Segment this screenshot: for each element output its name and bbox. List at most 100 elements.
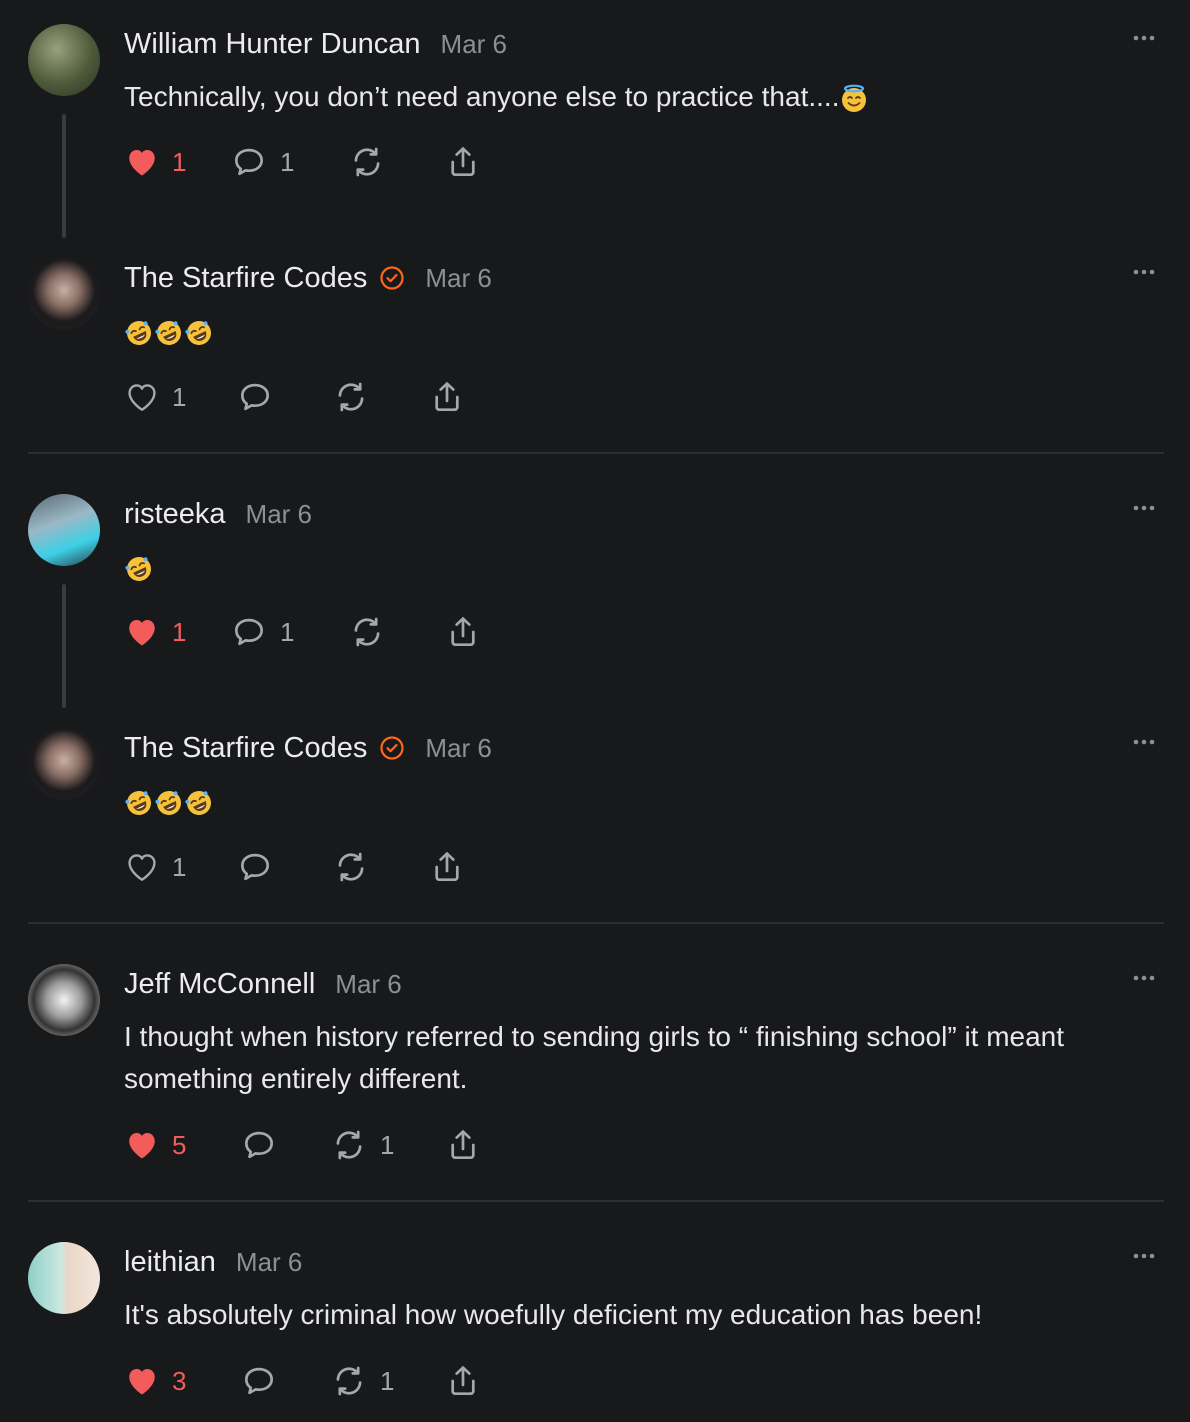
comment-header: The Starfire Codes Mar 6 [124,728,492,768]
more-options-icon[interactable] [1130,262,1158,282]
like-button[interactable]: 1 [124,377,186,417]
like-count: 5 [172,1129,187,1160]
like-count: 3 [172,1365,187,1396]
like-button[interactable]: 1 [124,612,186,652]
reply-button[interactable] [236,847,274,887]
heart-filled-icon [124,1127,160,1163]
share-button[interactable] [444,1125,482,1165]
avatar[interactable] [28,24,100,96]
reply-button[interactable] [240,1361,278,1401]
verified-check-icon [379,735,405,761]
share-button[interactable] [428,377,466,417]
restack-icon [332,378,370,416]
author-name[interactable]: Jeff McConnell [124,968,315,1001]
divider [28,452,1164,454]
comment: The Starfire Codes Mar 6 1 [0,728,1190,898]
more-options-icon[interactable] [1130,732,1158,752]
heart-outline-icon [124,849,160,885]
more-options-icon[interactable] [1130,1246,1158,1266]
avatar[interactable] [28,258,100,330]
avatar[interactable] [28,1242,100,1314]
comment-header: The Starfire Codes Mar 6 [124,258,492,298]
restack-icon [348,613,386,651]
share-icon [428,848,466,886]
comment: risteeka Mar 6 1 1 [0,494,1190,714]
like-count: 1 [172,146,187,177]
author-name[interactable]: The Starfire Codes [124,262,367,295]
comment: William Hunter Duncan Mar 6 Technically,… [0,24,1190,244]
restack-button[interactable] [348,612,386,652]
restack-icon [332,848,370,886]
comment-date[interactable]: Mar 6 [425,263,491,294]
rolling-on-floor-laughing-icon [124,788,154,818]
author-name[interactable]: William Hunter Duncan [124,28,421,61]
avatar[interactable] [28,728,100,800]
share-icon [444,1126,482,1164]
author-name[interactable]: leithian [124,1246,216,1279]
divider [28,922,1164,924]
restack-count: 1 [380,1365,395,1396]
rolling-on-floor-laughing-icon [154,318,184,348]
share-button[interactable] [444,612,482,652]
like-button[interactable]: 3 [124,1361,186,1401]
rolling-on-floor-laughing-icon [184,788,214,818]
like-count: 1 [172,851,187,882]
like-button[interactable]: 1 [124,142,186,182]
more-options-icon[interactable] [1130,28,1158,48]
share-icon [428,378,466,416]
action-bar: 5 1 [124,1125,524,1165]
restack-icon [348,143,386,181]
restack-count: 1 [380,1129,395,1160]
comment-date[interactable]: Mar 6 [236,1247,302,1278]
comment-bubble-icon [230,143,268,181]
action-bar: 1 1 [124,612,524,652]
reply-button[interactable]: 1 [230,142,294,182]
avatar[interactable] [28,494,100,566]
heart-filled-icon [124,614,160,650]
share-icon [444,613,482,651]
like-count: 1 [172,616,187,647]
reply-button[interactable] [236,377,274,417]
restack-button[interactable] [348,142,386,182]
restack-button[interactable] [332,377,370,417]
restack-button[interactable] [332,847,370,887]
comment-bubble-icon [230,613,268,651]
avatar[interactable] [28,964,100,1036]
like-button[interactable]: 5 [124,1125,186,1165]
share-icon [444,143,482,181]
heart-filled-icon [124,144,160,180]
author-name[interactable]: risteeka [124,498,226,531]
comment-date[interactable]: Mar 6 [425,733,491,764]
restack-icon [330,1126,368,1164]
comment-header: leithian Mar 6 [124,1242,302,1282]
share-button[interactable] [444,142,482,182]
comment-bubble-icon [236,848,274,886]
reply-button[interactable]: 1 [230,612,294,652]
rolling-on-floor-laughing-icon [184,318,214,348]
more-options-icon[interactable] [1130,968,1158,988]
restack-icon [330,1362,368,1400]
like-count: 1 [172,381,187,412]
comment-date[interactable]: Mar 6 [246,499,312,530]
comment-bubble-icon [240,1126,278,1164]
author-name[interactable]: The Starfire Codes [124,732,367,765]
share-button[interactable] [428,847,466,887]
share-button[interactable] [444,1361,482,1401]
restack-button[interactable]: 1 [330,1125,394,1165]
rolling-on-floor-laughing-icon [154,788,184,818]
comment-date[interactable]: Mar 6 [441,29,507,60]
comment-text [124,780,1134,822]
rolling-on-floor-laughing-icon [124,318,154,348]
more-options-icon[interactable] [1130,498,1158,518]
action-bar: 3 1 [124,1361,524,1401]
comment-text [124,310,1134,352]
like-button[interactable]: 1 [124,847,186,887]
comment-header: William Hunter Duncan Mar 6 [124,24,507,64]
comment-header: risteeka Mar 6 [124,494,312,534]
comment: leithian Mar 6 It's absolutely criminal … [0,1242,1190,1412]
comment-bubble-icon [240,1362,278,1400]
smiling-face-with-halo-icon [839,84,869,114]
comment-date[interactable]: Mar 6 [335,969,401,1000]
restack-button[interactable]: 1 [330,1361,394,1401]
reply-button[interactable] [240,1125,278,1165]
